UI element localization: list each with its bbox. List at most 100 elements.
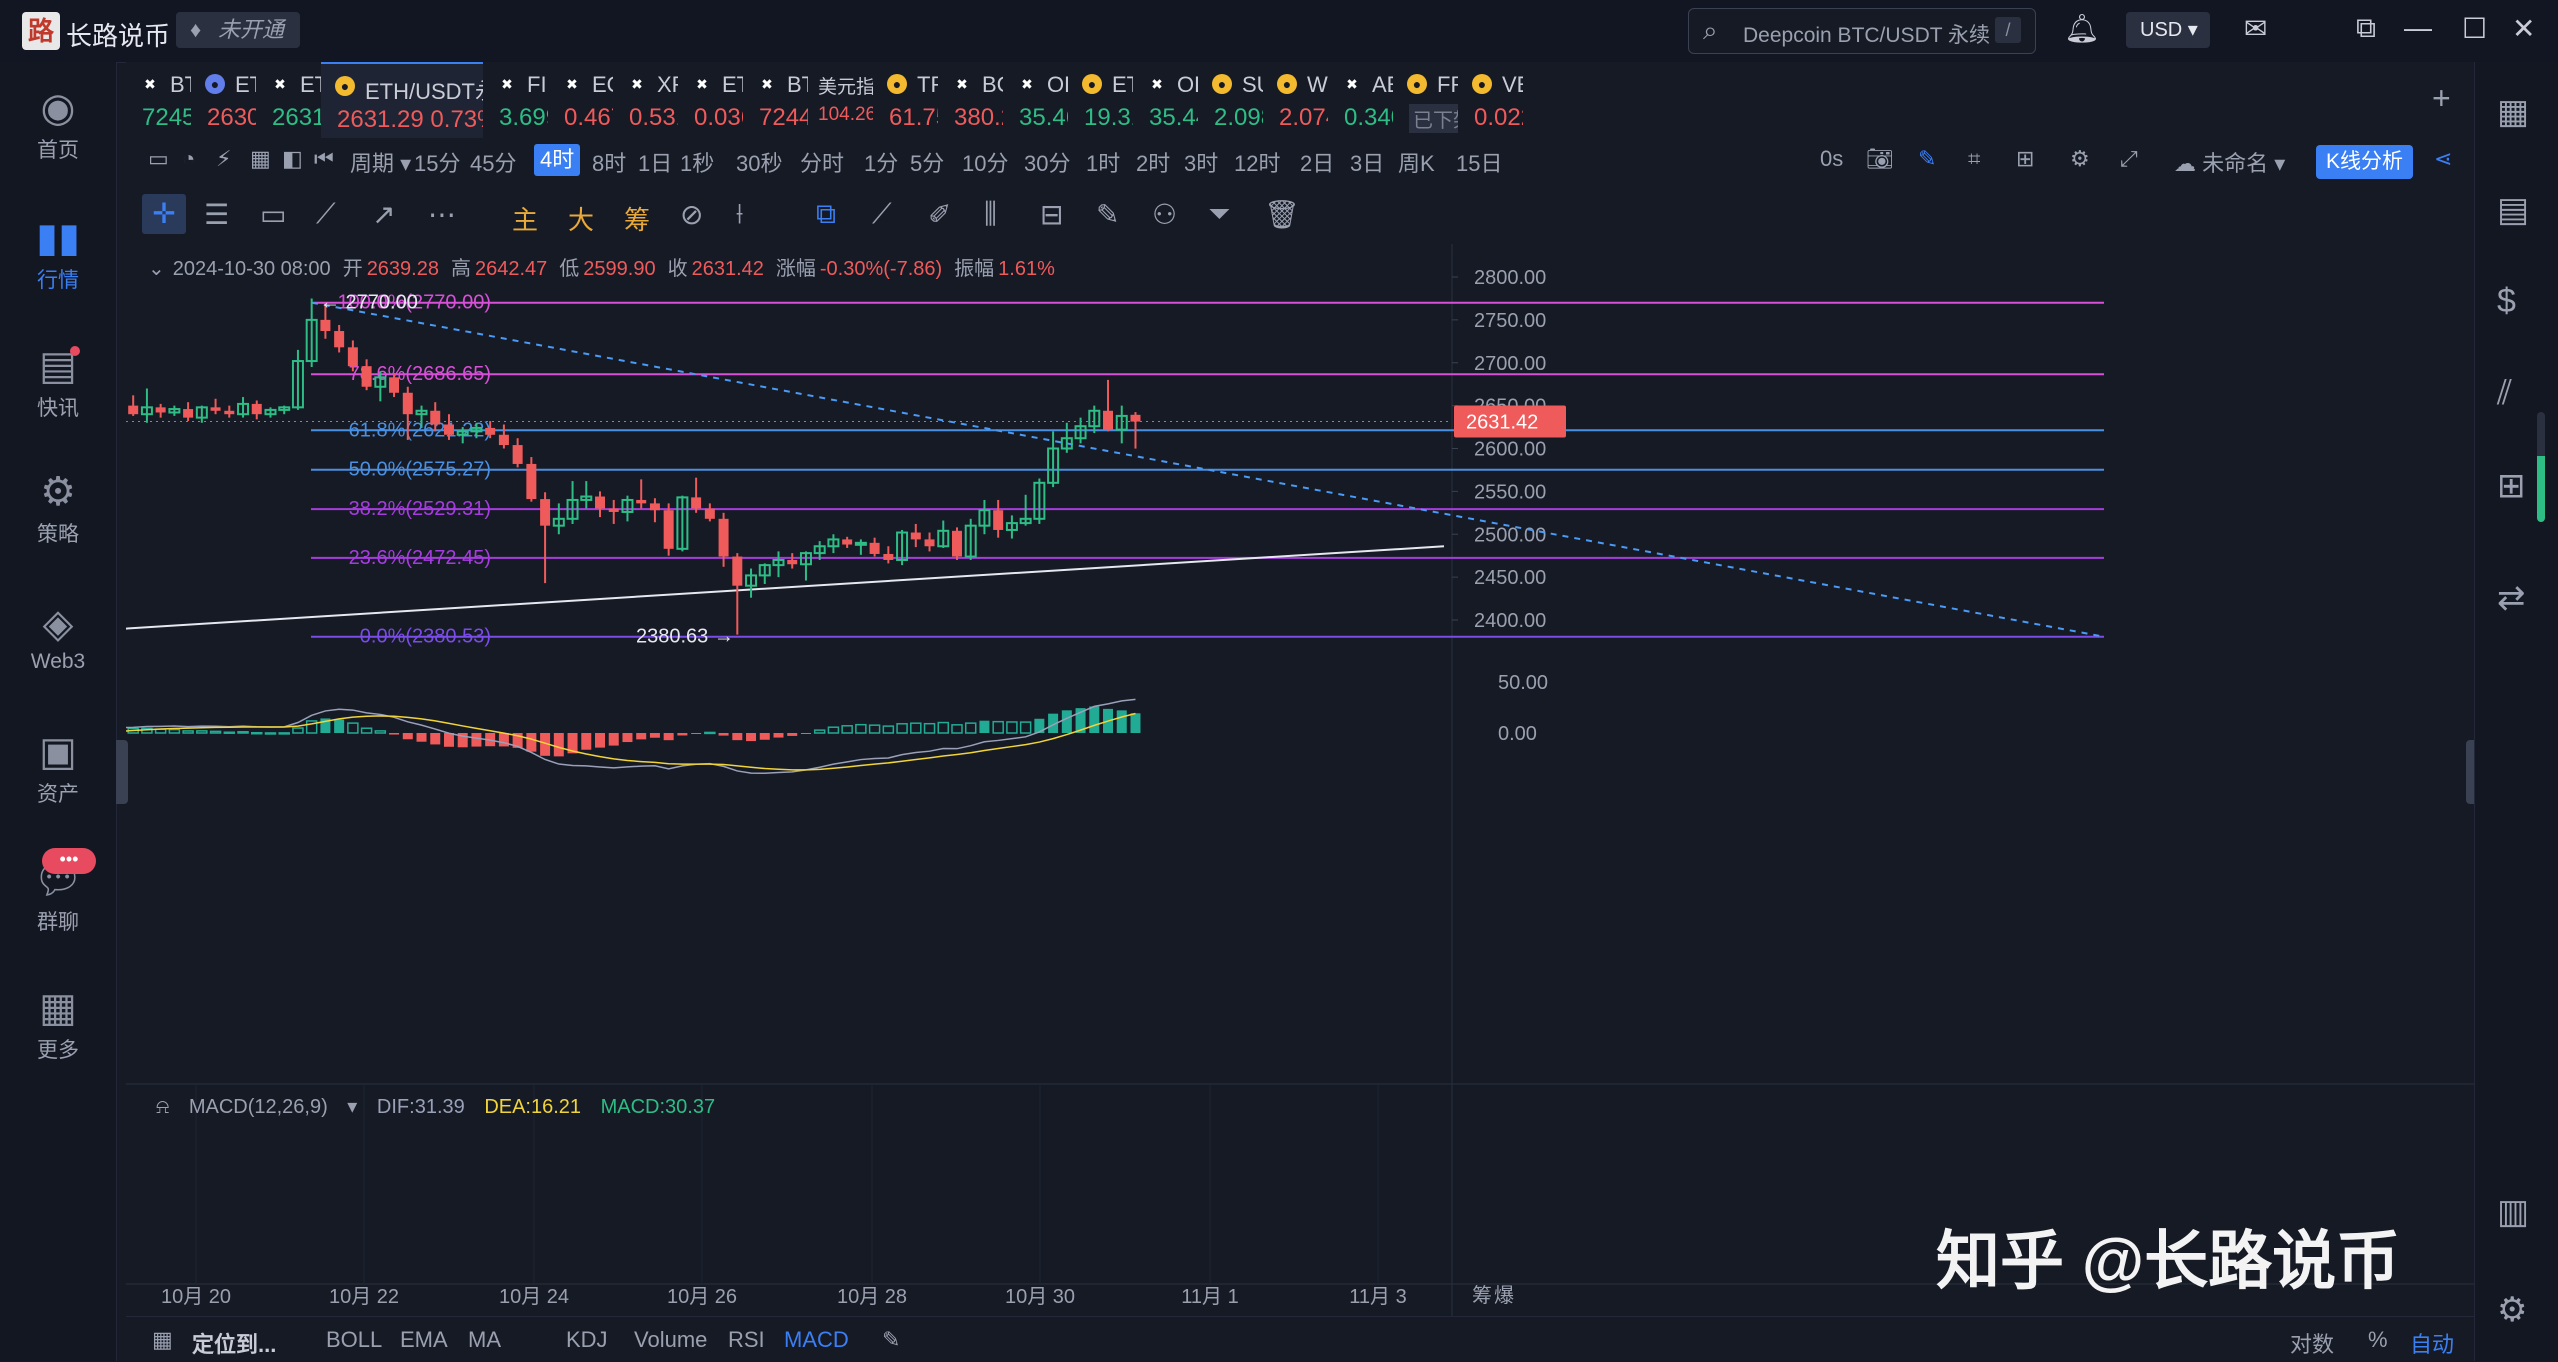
link-icon[interactable]: ⚇ <box>1152 198 1177 231</box>
period-option[interactable]: 12时 <box>1234 146 1280 178</box>
add-ticker-icon[interactable]: + <box>2432 80 2451 117</box>
chart-area[interactable]: 2800.002750.002700.002650.002600.002550.… <box>126 244 2474 1316</box>
kline-analysis-button[interactable]: K线分析 <box>2316 145 2414 179</box>
calendar-icon[interactable]: ▦ <box>250 146 271 172</box>
minimize-icon[interactable]: — <box>2404 12 2432 44</box>
measure-icon[interactable]: ⟊ <box>736 198 743 231</box>
ticker-item[interactable]: ✖ ETH 0.0363 <box>678 62 743 138</box>
period-option[interactable]: 2时 <box>1136 146 1170 178</box>
sidebar-item-web3[interactable]: ◈ Web3 <box>0 598 116 674</box>
pen-icon[interactable]: ✎ <box>1918 146 1936 172</box>
period-option[interactable]: 10分 <box>962 146 1008 178</box>
bell-icon[interactable]: 🔔︎ <box>2064 12 2100 45</box>
period-option[interactable]: 8时 <box>592 146 626 178</box>
indicator-option[interactable]: MA <box>468 1327 501 1353</box>
ticker-item[interactable]: ✖ BTC 72453. <box>126 62 191 138</box>
ticker-item[interactable]: ✖ ORD 35.467 <box>1003 62 1068 138</box>
chart-type-icon[interactable]: ▭ <box>148 146 169 172</box>
legend-toggle-icon[interactable]: ⌄ <box>148 258 165 280</box>
sidebar-item-market[interactable]: ▮▮ 行情 <box>0 212 116 294</box>
edit-indicators-icon[interactable]: ✎ <box>882 1327 900 1353</box>
sidebar-item-news[interactable]: ▤ 快讯 <box>0 340 116 422</box>
main-indicator-button[interactable]: 主 <box>512 200 538 237</box>
window-pin-icon[interactable]: ⧉ <box>2356 12 2376 45</box>
orderbook-icon[interactable]: ▤ <box>2497 190 2529 230</box>
ticker-item[interactable]: ● WLI 2.074 - <box>1263 62 1328 138</box>
replay-icon[interactable]: ⏮ <box>314 146 334 172</box>
ticker-item[interactable]: 美元指数 104.2677 <box>808 62 873 138</box>
macd-name[interactable]: ⍾ MACD(12,26,9) ▾ <box>156 1096 357 1118</box>
hlines-icon[interactable]: ☰ <box>204 198 229 231</box>
ticker-item[interactable]: ✖ BTC 72445. <box>743 62 808 138</box>
log-scale-toggle[interactable]: 对数 <box>2290 1327 2334 1359</box>
ticker-item[interactable]: ✖ ORD 35.449 <box>1133 62 1198 138</box>
indicator-option[interactable]: BOLL <box>326 1327 382 1353</box>
percent-scale-toggle[interactable]: % <box>2368 1327 2388 1353</box>
big-order-button[interactable]: 大 <box>568 200 594 237</box>
fullscreen-icon[interactable]: ⤢ <box>2120 146 2138 172</box>
sidebar-item-strategy[interactable]: ⚙ 策略 <box>0 466 116 548</box>
ticker-item[interactable]: ● TRB 61.75 ( <box>873 62 938 138</box>
period-option[interactable]: 5分 <box>910 146 944 178</box>
copy-icon[interactable]: ⧉ <box>816 198 836 231</box>
trash-icon[interactable]: 🗑︎ <box>1264 198 1300 231</box>
note-icon[interactable]: ✎ <box>1096 198 1119 231</box>
panel-grid-icon[interactable]: ▦ <box>2497 92 2529 132</box>
period-option[interactable]: 2日 <box>1300 146 1334 178</box>
sidebar-item-home[interactable]: ◉ 首页 <box>0 82 116 164</box>
chip-button[interactable]: 筹 <box>624 200 650 237</box>
ticker-item[interactable]: ● ETH 2630.9 <box>191 62 256 138</box>
cloud-layout[interactable]: ☁ 未命名 ▾ <box>2174 146 2285 178</box>
trade-icon[interactable]: $ <box>2497 282 2516 321</box>
crop-icon[interactable]: ⌗ <box>1968 146 1980 172</box>
ticker-item[interactable]: ✖ ETH 2631.3 <box>256 62 321 138</box>
ticker-item[interactable]: ● SUI/2.0986 <box>1198 62 1263 138</box>
candlestick-chart[interactable]: 2800.002750.002700.002650.002600.002550.… <box>126 244 2474 1316</box>
period-option[interactable]: 1秒 <box>680 146 714 178</box>
indicator-option[interactable]: RSI <box>728 1327 765 1353</box>
filter-icon[interactable]: ⏷ <box>1208 198 1230 231</box>
sidebar-item-assets[interactable]: ▣ 资产 <box>0 726 116 808</box>
period-option[interactable]: 周K <box>1398 146 1435 178</box>
period-option[interactable]: 3日 <box>1350 146 1384 178</box>
ticker-item[interactable]: ✖ EOS 0.4670 <box>548 62 613 138</box>
camera-icon[interactable]: 📷︎ <box>1866 146 1894 172</box>
ticker-item[interactable]: ● VET 0.0225 <box>1458 62 1523 138</box>
layout-icon[interactable]: ◧ <box>282 146 303 172</box>
sidebar-item-more[interactable]: ▦ 更多 <box>0 982 116 1064</box>
period-option[interactable]: 分时 <box>800 146 844 178</box>
ticker-item[interactable]: ● FRC 已下架 <box>1393 62 1458 138</box>
lock-icon[interactable]: ⊟ <box>1040 198 1063 231</box>
candles-icon[interactable]: ⫼ <box>984 198 997 231</box>
period-menu[interactable]: 周期 ▾ <box>350 146 411 178</box>
ruler-icon[interactable]: ⟋ <box>872 198 892 231</box>
ticker-item[interactable]: ● ETH/USDT永续2631.29 0.73% <box>321 62 483 140</box>
ray-icon[interactable]: ↗ <box>372 198 395 231</box>
magnet-icon[interactable]: ⊘ <box>680 198 703 231</box>
ticker-item[interactable]: ● ETC 19.316 <box>1068 62 1133 138</box>
sync-icon[interactable]: ⇄ <box>2497 578 2526 618</box>
mail-icon[interactable]: ✉ <box>2244 12 2267 45</box>
trendline-icon[interactable]: ⟋ <box>316 198 336 231</box>
depth-icon[interactable]: ⫽ <box>2497 374 2512 413</box>
rect-icon[interactable]: ▭ <box>260 198 286 231</box>
alert-icon[interactable]: ⊞ <box>2016 146 2034 172</box>
period-option[interactable]: 15分 <box>414 146 460 178</box>
ticker-item[interactable]: ✖ BCH 380.2 <box>938 62 1003 138</box>
data-icon[interactable]: ⊞ <box>2497 466 2526 506</box>
locate-button[interactable]: 定位到... <box>192 1327 276 1359</box>
calendar-locate-icon[interactable]: ▦ <box>152 1327 173 1353</box>
indicator-option[interactable]: EMA <box>400 1327 448 1353</box>
indicator-option[interactable]: Volume <box>634 1327 707 1353</box>
currency-select[interactable]: USD ▾ <box>2126 12 2210 48</box>
brush-icon[interactable]: ✐ <box>928 198 951 231</box>
period-option[interactable]: 45分 <box>470 146 516 178</box>
ticker-item[interactable]: ✖ XRF 0.5311 <box>613 62 678 138</box>
search-input[interactable]: ⌕ Deepcoin BTC/USDT 永续 / <box>1688 8 2036 54</box>
share-icon[interactable]: ⋖ <box>2434 146 2452 172</box>
period-option[interactable]: 1日 <box>638 146 672 178</box>
crosshair-icon[interactable]: ✛ <box>142 194 186 234</box>
speed-icon[interactable]: ◔ <box>182 146 195 172</box>
auto-scale-toggle[interactable]: 自动 <box>2410 1327 2454 1359</box>
membership-badge[interactable]: ♦ 未开通 <box>176 12 301 48</box>
